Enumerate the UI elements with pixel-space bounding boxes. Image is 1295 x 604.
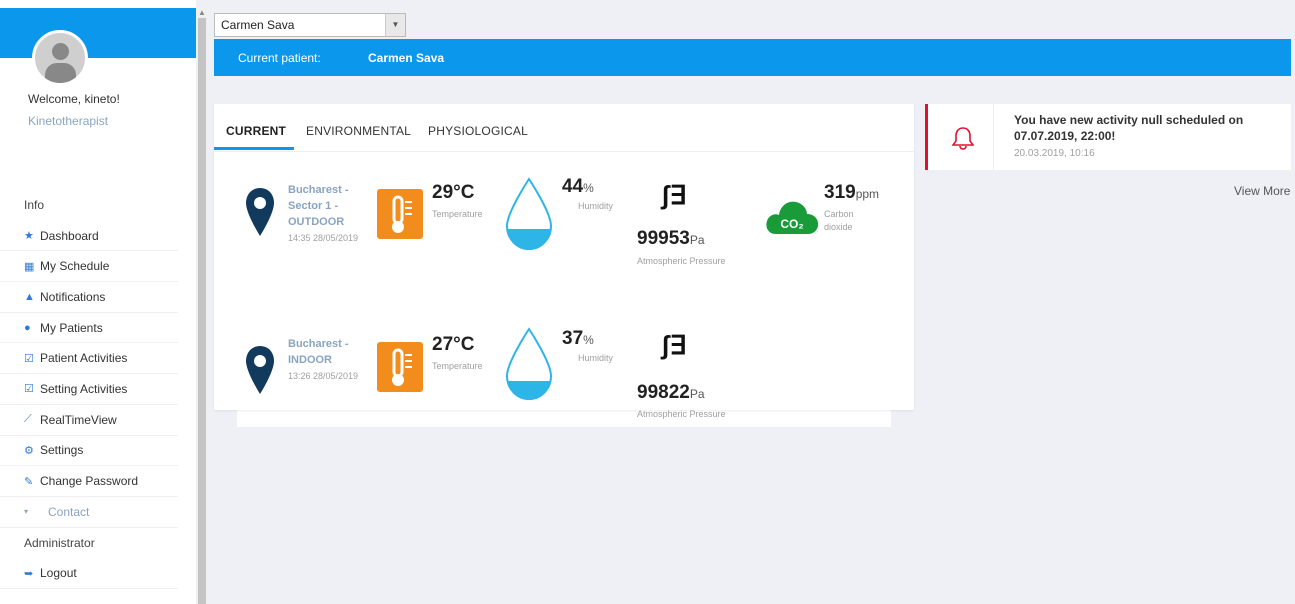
svg-text:CO₂: CO₂	[780, 217, 803, 231]
star-icon: ★	[24, 230, 34, 243]
card-shadow-strip	[237, 408, 891, 427]
pressure-icon: ʃ∃	[661, 330, 687, 360]
sidebar-item-settings[interactable]: ⚙ Settings	[0, 436, 178, 467]
temperature-label: Temperature	[432, 209, 483, 219]
pressure-label: Atmospheric Pressure	[637, 256, 726, 266]
checkbox-icon: ☑	[24, 352, 34, 365]
humidity-label: Humidity	[578, 201, 614, 211]
current-patient-bar: Current patient: Carmen Sava	[214, 39, 1291, 76]
notification-icon-area	[928, 104, 994, 170]
notification-card[interactable]: You have new activity null scheduled on …	[925, 104, 1291, 170]
chevron-down-icon: ▼	[385, 14, 405, 36]
temperature-value: 27°C	[432, 334, 475, 355]
scroll-up-icon[interactable]: ▲	[198, 8, 206, 17]
scrollbar-thumb[interactable]	[198, 18, 206, 604]
current-patient-label: Current patient:	[238, 50, 321, 65]
sidebar-item-setting-activities[interactable]: ☑ Setting Activities	[0, 374, 178, 405]
co2-cloud-icon: CO₂	[766, 201, 819, 234]
temperature-value: 29°C	[432, 182, 475, 203]
sidebar: Welcome, kineto! Kinetotherapist Info ★ D…	[0, 0, 196, 604]
sidebar-item-dashboard[interactable]: ★ Dashboard	[0, 221, 178, 252]
pressure-value: 99822Pa	[637, 382, 705, 403]
tab-current[interactable]: CURRENT	[226, 124, 286, 138]
checkbox-icon: ☑	[24, 383, 34, 396]
patient-select-value: Carmen Sava	[221, 18, 295, 32]
logout-icon: ➥	[24, 567, 34, 580]
humidity-label: Humidity	[578, 353, 614, 363]
temperature-label: Temperature	[432, 361, 483, 371]
bell-icon: ▲	[24, 290, 35, 303]
humidity-value: 44%	[562, 176, 594, 197]
bell-icon	[952, 127, 974, 150]
sidebar-nav: Info ★ Dashboard ▦ My Schedule ▲ Notificati…	[0, 190, 178, 589]
calendar-icon: ▦	[24, 260, 35, 273]
notification-message: You have new activity null scheduled on …	[1014, 113, 1244, 143]
thermometer-icon	[377, 189, 423, 239]
edit-icon: ✎	[24, 475, 34, 488]
current-patient-name: Carmen Sava	[368, 50, 445, 65]
notification-timestamp: 20.03.2019, 10:16	[1014, 148, 1095, 159]
nav-section-info: Info	[24, 198, 45, 213]
pressure-value: 99953Pa	[637, 228, 705, 249]
sidebar-item-administrator[interactable]: Administrator	[0, 528, 178, 559]
sidebar-item-patient-activities[interactable]: ☑ Patient Activities	[0, 343, 178, 375]
map-pin-icon	[246, 346, 274, 394]
pressure-label: Atmospheric Pressure	[637, 409, 726, 419]
thermometer-icon	[377, 342, 423, 392]
sidebar-item-contact[interactable]: ▾ Contact	[0, 497, 178, 528]
tab-active-indicator	[214, 147, 294, 150]
avatar	[32, 30, 88, 86]
pressure-icon: ʃ∃	[661, 180, 687, 210]
reading-time: 13:26 28/05/2019	[288, 371, 359, 381]
location-outdoor: Bucharest - Sector 1 - OUTDOOR 14:35 28/…	[288, 182, 358, 246]
sidebar-item-realtimeview[interactable]: ⟋ RealTimeView	[0, 405, 178, 436]
co2-label: Carbon dioxide	[824, 209, 854, 232]
sensor-card: CURRENT ENVIRONMENTAL PHYSIOLOGICAL Buch…	[214, 104, 914, 419]
sidebar-item-change-password[interactable]: ✎ Change Password	[0, 466, 178, 497]
humidity-drop-icon	[505, 177, 553, 251]
sidebar-item-my-patients[interactable]: ● My Patients	[0, 313, 178, 344]
sidebar-scrollbar[interactable]: ▲	[196, 8, 208, 604]
sidebar-item-logout[interactable]: ➥ Logout	[0, 558, 178, 589]
chevron-down-icon: ▾	[24, 507, 29, 517]
tab-environmental[interactable]: ENVIRONMENTAL	[306, 124, 411, 138]
co2-value: 319ppm	[824, 182, 880, 203]
tab-physiological[interactable]: PHYSIOLOGICAL	[428, 124, 528, 138]
reading-time: 14:35 28/05/2019	[288, 233, 359, 243]
view-more-link[interactable]: View More	[1234, 184, 1290, 198]
sidebar-banner	[0, 8, 196, 58]
users-icon: ●	[24, 321, 31, 334]
humidity-drop-icon	[505, 327, 553, 401]
chart-line-icon: ⟋	[24, 413, 32, 426]
sidebar-item-my-schedule[interactable]: ▦ My Schedule	[0, 251, 178, 283]
patient-select[interactable]: Carmen Sava ▼	[214, 13, 406, 37]
tab-bar: CURRENT ENVIRONMENTAL PHYSIOLOGICAL	[214, 104, 914, 152]
gears-icon: ⚙	[24, 444, 34, 457]
sidebar-item-notifications[interactable]: ▲ Notifications	[0, 282, 178, 313]
location-indoor: Bucharest - INDOOR 13:26 28/05/2019	[288, 336, 358, 384]
map-pin-icon	[246, 188, 274, 236]
humidity-value: 37%	[562, 328, 594, 349]
welcome-text: Welcome, kineto!	[28, 92, 120, 106]
user-role: Kinetotherapist	[28, 114, 109, 128]
